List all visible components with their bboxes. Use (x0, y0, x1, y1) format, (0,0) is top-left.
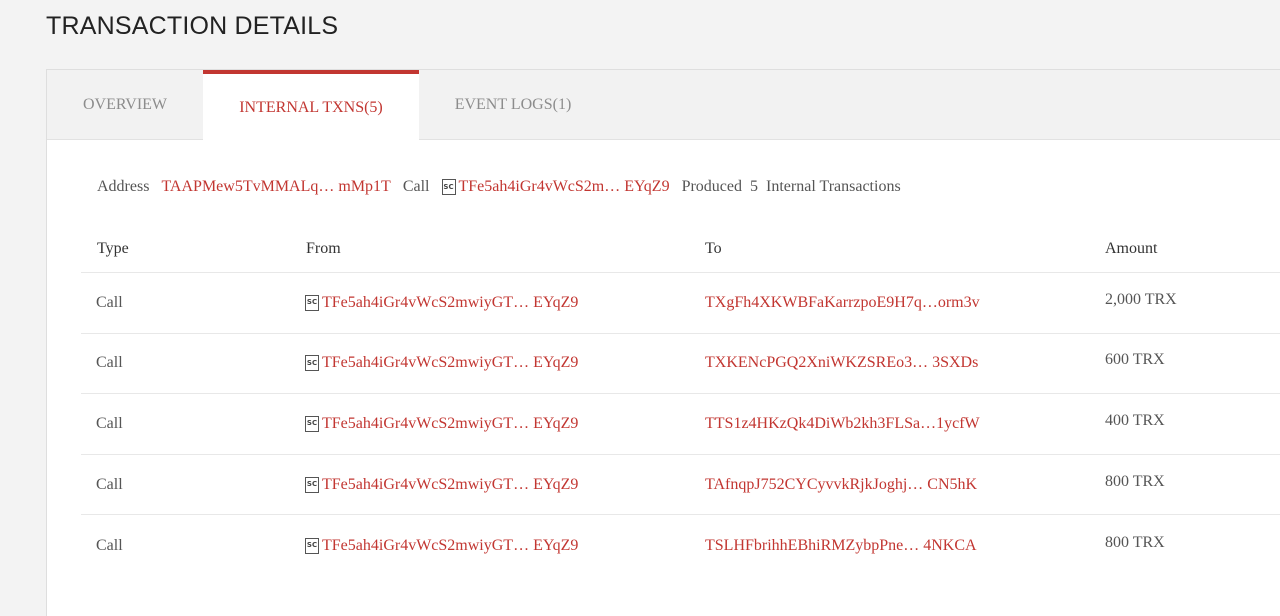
produced-label: Produced (681, 178, 743, 195)
address-link[interactable]: TAAPMew5TvMMALq… mMp1T (161, 178, 390, 196)
row-amount: 2,000 TRX (1105, 290, 1177, 308)
produced-suffix: Internal Transactions (766, 178, 901, 195)
from-address-link[interactable]: TFe5ah4iGr4vWcS2mwiyGT… EYqZ9 (322, 354, 578, 372)
transaction-card: OVERVIEW INTERNAL TXNS(5) EVENT LOGS(1) … (46, 69, 1280, 616)
row-from: SC TFe5ah4iGr4vWcS2mwiyGT… EYqZ9 (305, 334, 578, 394)
row-from: SC TFe5ah4iGr4vWcS2mwiyGT… EYqZ9 (305, 394, 578, 454)
row-amount: 600 TRX (1105, 351, 1165, 369)
from-address-link[interactable]: TFe5ah4iGr4vWcS2mwiyGT… EYqZ9 (322, 537, 578, 555)
to-address-link[interactable]: TXKENcPGQ2XniWKZSREo3… 3SXDs (705, 354, 978, 372)
row-from: SC TFe5ah4iGr4vWcS2mwiyGT… EYqZ9 (305, 515, 578, 576)
call-label: Call (402, 178, 430, 195)
tab-event-logs[interactable]: EVENT LOGS(1) (419, 70, 607, 140)
address-label: Address (97, 178, 150, 195)
page-title: TRANSACTION DETAILS (46, 12, 339, 40)
row-amount: 800 TRX (1105, 533, 1165, 551)
from-address-link[interactable]: TFe5ah4iGr4vWcS2mwiyGT… EYqZ9 (322, 476, 578, 494)
header-amount: Amount (1105, 239, 1158, 257)
smart-contract-icon: SC (305, 294, 319, 311)
table-row: Call SC TFe5ah4iGr4vWcS2mwiyGT… EYqZ9 TTS… (81, 394, 1280, 455)
row-to: TXgFh4XKWBFaKarrzpoE9H7q…orm3v (705, 273, 980, 333)
smart-contract-icon: SC (305, 476, 319, 493)
produced-count: 5 (750, 178, 759, 195)
table-row: Call SC TFe5ah4iGr4vWcS2mwiyGT… EYqZ9 TAf… (81, 455, 1280, 516)
header-from: From (306, 239, 341, 257)
tab-overview[interactable]: OVERVIEW (47, 70, 203, 140)
to-address-link[interactable]: TAfnqpJ752CYCyvvkRjkJoghj… CN5hK (705, 476, 977, 494)
internal-txns-table: Type From To Amount Call SC TFe5ah4iGr4vW… (81, 225, 1280, 576)
row-from: SC TFe5ah4iGr4vWcS2mwiyGT… EYqZ9 (305, 273, 578, 333)
to-address-link[interactable]: TXgFh4XKWBFaKarrzpoE9H7q…orm3v (705, 294, 980, 312)
row-type: Call (96, 414, 123, 432)
row-from: SC TFe5ah4iGr4vWcS2mwiyGT… EYqZ9 (305, 455, 578, 515)
internal-txns-summary: Address TAAPMew5TvMMALq… mMp1T Call SC T… (97, 178, 901, 196)
row-to: TXKENcPGQ2XniWKZSREo3… 3SXDs (705, 334, 978, 394)
tab-internal-txns[interactable]: INTERNAL TXNS(5) (203, 70, 419, 141)
table-row: Call SC TFe5ah4iGr4vWcS2mwiyGT… EYqZ9 TXg… (81, 273, 1280, 334)
contract-link[interactable]: TFe5ah4iGr4vWcS2m… EYqZ9 (459, 178, 670, 196)
header-to: To (705, 239, 722, 257)
smart-contract-icon: SC (305, 355, 319, 372)
from-address-link[interactable]: TFe5ah4iGr4vWcS2mwiyGT… EYqZ9 (322, 415, 578, 433)
table-row: Call SC TFe5ah4iGr4vWcS2mwiyGT… EYqZ9 TXK… (81, 334, 1280, 395)
row-to: TAfnqpJ752CYCyvvkRjkJoghj… CN5hK (705, 455, 977, 515)
to-address-link[interactable]: TSLHFbrihhEBhiRMZybpPne… 4NKCA (705, 537, 977, 555)
table-header: Type From To Amount (81, 225, 1280, 273)
smart-contract-icon: SC (305, 537, 319, 554)
row-amount: 400 TRX (1105, 411, 1165, 429)
smart-contract-icon: SC (305, 415, 319, 432)
header-type: Type (97, 239, 129, 257)
row-amount: 800 TRX (1105, 472, 1165, 490)
row-type: Call (96, 354, 123, 372)
from-address-link[interactable]: TFe5ah4iGr4vWcS2mwiyGT… EYqZ9 (322, 294, 578, 312)
row-type: Call (96, 475, 123, 493)
table-row: Call SC TFe5ah4iGr4vWcS2mwiyGT… EYqZ9 TSL… (81, 515, 1280, 576)
row-to: TTS1z4HKzQk4DiWb2kh3FLSa…1ycfW (705, 394, 980, 454)
smart-contract-icon: SC (441, 179, 456, 195)
tab-bar: OVERVIEW INTERNAL TXNS(5) EVENT LOGS(1) (47, 70, 1280, 141)
row-type: Call (96, 536, 123, 554)
to-address-link[interactable]: TTS1z4HKzQk4DiWb2kh3FLSa…1ycfW (705, 415, 980, 433)
row-type: Call (96, 293, 123, 311)
row-to: TSLHFbrihhEBhiRMZybpPne… 4NKCA (705, 515, 977, 576)
